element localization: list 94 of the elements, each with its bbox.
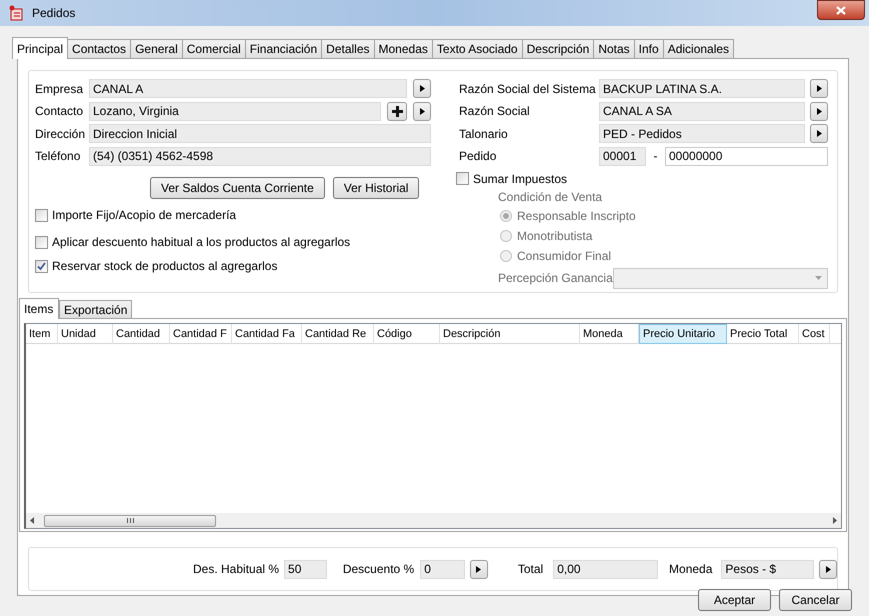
field-label: Total: [518, 562, 544, 576]
field-label: Percepción Ganancia: [498, 271, 613, 285]
right-arrow-icon: [816, 130, 822, 137]
text-field[interactable]: 0,00: [553, 560, 658, 578]
column-header[interactable]: Cost: [799, 324, 830, 344]
tab[interactable]: Texto Asociado: [432, 39, 523, 58]
tab[interactable]: Principal: [12, 37, 68, 59]
tab[interactable]: Descripción: [522, 39, 594, 58]
tab[interactable]: Monedas: [374, 39, 433, 58]
column-header[interactable]: Unidad: [58, 324, 113, 344]
next-button[interactable]: [810, 79, 828, 98]
close-button[interactable]: [817, 0, 865, 20]
column-header[interactable]: Cantidad F: [170, 324, 232, 344]
checkbox-label: Reservar stock de productos al agregarlos: [52, 259, 278, 273]
field-label: Pedido: [459, 149, 498, 163]
next-button[interactable]: [413, 102, 431, 120]
text-field[interactable]: CANAL A SA: [599, 102, 805, 120]
field-label: Teléfono: [35, 149, 82, 163]
tab[interactable]: Exportación: [59, 300, 132, 318]
dialog-button[interactable]: Cancelar: [779, 589, 852, 611]
next-button[interactable]: [819, 560, 837, 578]
column-header[interactable]: Código: [374, 324, 440, 344]
column-header[interactable]: Item: [26, 324, 58, 344]
text-field[interactable]: 50: [284, 560, 327, 578]
scroll-left-icon[interactable]: [30, 517, 34, 524]
separator-text: -: [652, 149, 658, 163]
text-field[interactable]: Pesos - $: [721, 560, 814, 578]
right-arrow-icon: [476, 566, 482, 572]
checkbox[interactable]: [35, 236, 48, 248]
radio-label: Monotributista: [517, 228, 592, 242]
text-field[interactable]: CANAL A: [89, 79, 407, 98]
scroll-right-icon[interactable]: [833, 517, 837, 524]
field-label: Des. Habitual %: [193, 562, 280, 576]
checkbox-label: Sumar Impuestos: [473, 172, 568, 186]
column-header[interactable]: Cantidad Re: [302, 324, 374, 344]
field-label: Razón Social: [459, 104, 531, 118]
text-field[interactable]: 0: [420, 560, 465, 578]
grip-icon: [126, 518, 134, 523]
field-label: Razón Social del Sistema: [459, 82, 597, 96]
next-button[interactable]: [413, 79, 431, 98]
account-button[interactable]: Ver Historial: [332, 177, 420, 199]
column-header[interactable]: Precio Total: [727, 324, 799, 344]
tab[interactable]: Adicionales: [662, 39, 734, 58]
account-button[interactable]: Ver Saldos Cuenta Corriente: [150, 177, 325, 199]
tab[interactable]: General: [130, 39, 183, 58]
dialog-button[interactable]: Aceptar: [698, 589, 771, 611]
right-arrow-icon: [826, 566, 830, 572]
close-icon: [836, 6, 846, 14]
add-button[interactable]: [387, 102, 407, 120]
text-field[interactable]: (54) (0351) 4562-4598: [89, 146, 431, 166]
field-label: Dirección: [35, 126, 86, 140]
right-arrow-icon: [816, 108, 822, 114]
field-label: Talonario: [459, 126, 509, 140]
column-header[interactable]: Precio Unitario: [639, 324, 727, 344]
text-field[interactable]: 00001: [599, 146, 646, 166]
right-arrow-icon: [420, 85, 424, 92]
field-label: Moneda: [669, 562, 712, 576]
tab[interactable]: Comercial: [182, 39, 246, 58]
text-field[interactable]: BACKUP LATINA S.A.: [599, 79, 805, 98]
column-header[interactable]: Cantidad Fa: [232, 324, 302, 344]
field-label: Descuento %: [342, 562, 414, 576]
checkbox-label: Aplicar descuento habitual a los productos al agregarlos: [52, 235, 350, 249]
right-arrow-icon: [420, 108, 424, 114]
checkbox[interactable]: [35, 260, 48, 272]
checkbox[interactable]: [35, 208, 48, 222]
column-header[interactable]: Descripción: [440, 324, 580, 344]
section-label: Condición de Venta: [498, 190, 602, 204]
horizontal-scrollbar[interactable]: [26, 513, 841, 528]
scrollbar-thumb[interactable]: [44, 514, 216, 526]
right-arrow-icon: [816, 85, 822, 92]
field-label: Empresa: [35, 82, 84, 96]
tab[interactable]: Items: [19, 298, 59, 319]
tab[interactable]: Notas: [593, 39, 635, 58]
radio-label: Consumidor Final: [517, 248, 612, 262]
next-button[interactable]: [470, 560, 488, 578]
text-field[interactable]: Direccion Inicial: [89, 124, 431, 143]
dropdown-arrow-icon: [815, 276, 822, 280]
app-icon: [8, 5, 24, 21]
tab[interactable]: Info: [634, 39, 664, 58]
plus-icon: [392, 106, 402, 116]
text-field[interactable]: PED - Pedidos: [599, 124, 805, 143]
checkbox[interactable]: [456, 172, 469, 185]
next-button[interactable]: [810, 102, 828, 120]
tab[interactable]: Contactos: [67, 39, 132, 58]
text-field[interactable]: Lozano, Virginia: [89, 102, 381, 120]
text-field[interactable]: 00000000: [665, 146, 828, 166]
radio-label: Responsable Inscripto: [517, 208, 636, 222]
window-title: Pedidos: [32, 6, 76, 20]
field-label: Contacto: [35, 104, 84, 118]
next-button[interactable]: [810, 124, 828, 143]
column-header[interactable]: Cantidad: [113, 324, 170, 344]
tab[interactable]: Financiación: [244, 39, 322, 58]
tab[interactable]: Detalles: [321, 39, 375, 58]
checkbox-label: Importe Fijo/Acopio de mercadería: [52, 208, 236, 222]
